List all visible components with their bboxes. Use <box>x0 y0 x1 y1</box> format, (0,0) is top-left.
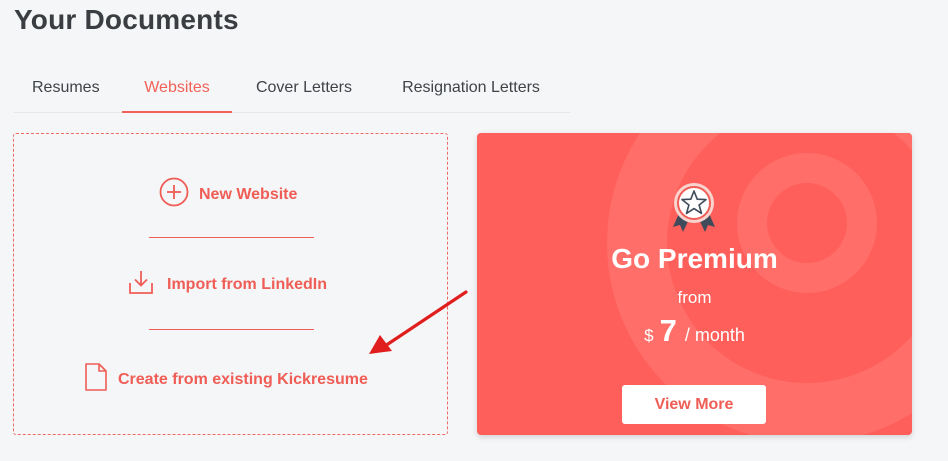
premium-title: Go Premium <box>611 243 778 274</box>
import-linkedin-button[interactable]: Import from LinkedIn <box>127 268 327 301</box>
premium-from: from <box>677 288 712 307</box>
create-from-existing-label: Create from existing Kickresume <box>118 370 368 388</box>
create-website-panel: New Website Import from LinkedIn Create … <box>13 133 448 435</box>
create-from-existing-button[interactable]: Create from existing Kickresume <box>84 362 368 397</box>
price-period: / month <box>684 325 745 345</box>
view-more-button[interactable]: View More <box>622 385 766 424</box>
tab-resumes[interactable]: Resumes <box>14 70 122 113</box>
tab-websites[interactable]: Websites <box>122 70 232 113</box>
new-website-button[interactable]: New Website <box>159 177 297 212</box>
download-icon <box>127 268 155 301</box>
document-tabs: Resumes Websites Cover Letters Resignati… <box>14 70 570 113</box>
document-icon <box>84 362 108 397</box>
new-website-label: New Website <box>199 185 298 203</box>
award-badge-icon <box>663 179 725 240</box>
divider <box>149 329 314 330</box>
tab-cover-letters[interactable]: Cover Letters <box>232 70 376 113</box>
tab-resignation-letters[interactable]: Resignation Letters <box>376 70 566 113</box>
page-title: Your Documents <box>14 4 239 35</box>
price-currency: $ <box>644 326 654 345</box>
import-linkedin-label: Import from LinkedIn <box>167 275 327 293</box>
premium-card: Go Premium from $ 7 / month View More <box>477 133 912 435</box>
annotation-arrow <box>369 290 468 354</box>
divider <box>149 237 314 238</box>
premium-price: $ 7 / month <box>477 313 912 349</box>
price-amount: 7 <box>659 313 677 348</box>
plus-circle-icon <box>159 177 189 212</box>
